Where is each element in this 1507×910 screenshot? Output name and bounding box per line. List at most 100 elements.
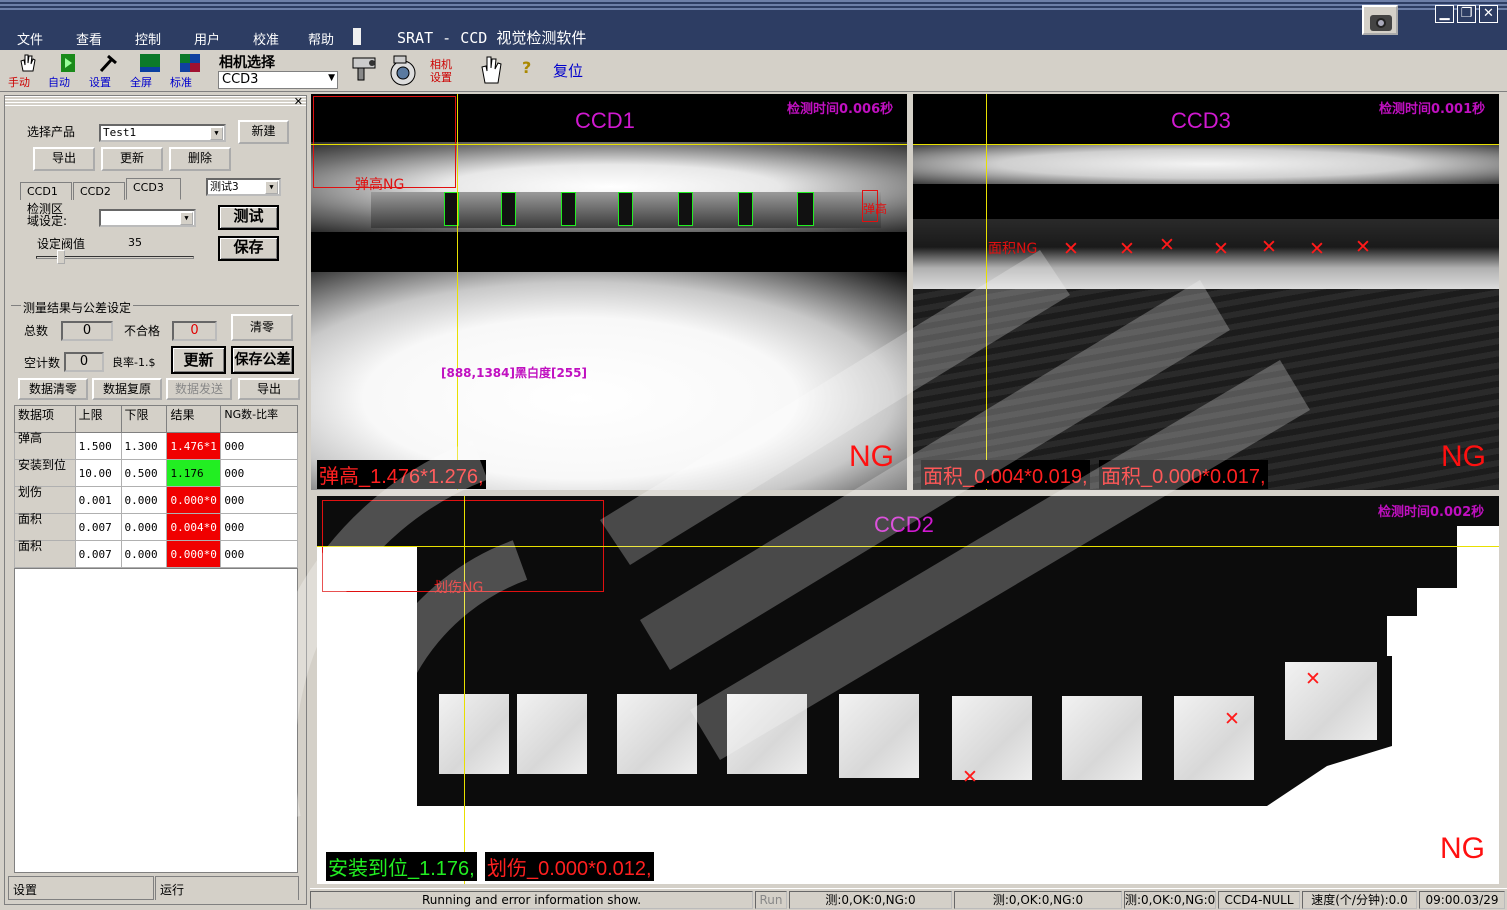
ccd1-guide-h <box>311 144 907 145</box>
menu-user[interactable]: 用户 <box>194 29 220 48</box>
pointer-button[interactable] <box>472 53 512 90</box>
update-button[interactable]: 更新 <box>101 147 163 171</box>
panel-grip <box>5 96 306 106</box>
chevron-down-icon: ▼ <box>210 127 223 140</box>
ccd3-time: 检测时间0.001秒 <box>1379 102 1486 117</box>
camera-select[interactable]: CCD3 ▼ <box>218 71 338 89</box>
menu-calibrate[interactable]: 校准 <box>253 29 279 48</box>
row-ng: 000 <box>220 486 298 514</box>
ccd2-view[interactable]: ✕ ✕ ✕ 划伤NG CCD2 检测时间0.002秒 NG 安装到位_1.176… <box>317 496 1499 884</box>
table-row[interactable]: 弹高 1.500 1.300 1.476*1 000 <box>14 432 298 460</box>
ccd3-guide-v <box>986 94 987 490</box>
app-title: SRAT - CCD 视觉检测软件 <box>397 29 587 47</box>
table-row[interactable]: 安装到位 10.00 0.500 1.176 000 <box>14 459 298 487</box>
tab-ccd3[interactable]: CCD3 <box>126 178 181 200</box>
save-tolerance-button[interactable]: 保存公差 <box>231 346 294 374</box>
save-button[interactable]: 保存 <box>218 236 279 261</box>
empty-count-value: 0 <box>64 352 104 372</box>
select-product-label: 选择产品 <box>27 125 76 139</box>
data-send-button[interactable]: 数据发送 <box>166 378 232 400</box>
menu-help[interactable]: 帮助 <box>308 29 334 48</box>
table-row[interactable]: 面积 0.007 0.000 0.000*0 000 <box>14 540 298 568</box>
clear-button[interactable]: 清零 <box>231 314 293 341</box>
manual-button[interactable]: 手动 <box>8 53 48 90</box>
minimize-button[interactable]: ▁ <box>1435 5 1454 23</box>
auto-button[interactable]: 自动 <box>48 53 88 90</box>
ccd2-defect-mark: ✕ <box>1305 668 1321 690</box>
help-button[interactable]: ? <box>522 58 531 77</box>
row-ng: 000 <box>220 459 298 487</box>
ccd2-pad <box>1062 696 1142 780</box>
close-button[interactable]: ✕ <box>1479 5 1498 23</box>
menu-view[interactable]: 查看 <box>76 29 102 48</box>
maximize-button[interactable]: ❐ <box>1457 5 1476 23</box>
refresh-button[interactable]: 更新 <box>171 346 226 374</box>
data-clear-button[interactable]: 数据清零 <box>18 378 88 400</box>
row-upper[interactable]: 0.007 <box>74 540 122 568</box>
data-restore-button[interactable]: 数据复原 <box>92 378 162 400</box>
ccd3-guide-h <box>913 144 1499 145</box>
product-combo[interactable]: Test1 ▼ <box>99 124 226 142</box>
ccd3-roi-label: 面积NG <box>988 241 1038 257</box>
ccd1-view[interactable]: 弹高NG 弹高NG CCD1 检测时间0.006秒 [888,1384]黑白度[… <box>311 94 907 490</box>
settings-button[interactable]: 设置 <box>89 53 129 90</box>
table-row[interactable]: 划伤 0.001 0.000 0.000*0 000 <box>14 486 298 514</box>
tab-ccd1[interactable]: CCD1 <box>20 182 72 200</box>
ccd2-result-1: 安装到位_1.176, <box>326 852 477 881</box>
status-counter-2: 测:0,OK:0,NG:0 <box>954 891 1122 909</box>
camera-settings-label[interactable]: 相机设置 <box>430 58 460 84</box>
panel-bottom-tabs: 设置 运行 <box>8 876 300 900</box>
row-upper[interactable]: 1.500 <box>74 432 122 460</box>
ccd2-pad <box>617 694 697 774</box>
menu-file[interactable]: 文件 <box>17 29 43 48</box>
row-result: 0.000*0 <box>166 486 222 514</box>
column-header: 下限 <box>120 405 168 433</box>
fullscreen-button[interactable]: 全屏 <box>130 53 170 90</box>
ccd2-result-2: 划伤_0.000*0.012, <box>485 852 654 881</box>
menu-control[interactable]: 控制 <box>135 29 161 48</box>
camera-settings-icon-button[interactable] <box>383 53 423 90</box>
row-lower[interactable]: 0.000 <box>120 486 168 514</box>
row-lower[interactable]: 1.300 <box>120 432 168 460</box>
test-combo[interactable]: 测试3 ▼ <box>206 178 281 196</box>
menu-marker <box>353 28 361 45</box>
ccd2-pad <box>1285 662 1377 740</box>
table-row[interactable]: 面积 0.007 0.000 0.004*0 000 <box>14 513 298 541</box>
row-lower[interactable]: 0.000 <box>120 513 168 541</box>
row-lower[interactable]: 0.000 <box>120 540 168 568</box>
panel-close-icon[interactable]: ✕ <box>294 95 303 108</box>
column-header: 结果 <box>166 405 222 433</box>
row-lower[interactable]: 0.500 <box>120 459 168 487</box>
ccd1-label: CCD1 <box>575 108 635 133</box>
total-value: 0 <box>61 321 113 341</box>
row-upper[interactable]: 10.00 <box>74 459 122 487</box>
ccd2-pad <box>517 694 587 774</box>
region-combo[interactable]: ▼ <box>99 209 196 227</box>
camera-trigger-button[interactable] <box>345 53 385 90</box>
chevron-down-icon: ▼ <box>265 181 278 194</box>
tab-ccd2[interactable]: CCD2 <box>73 182 125 200</box>
ccd2-time: 检测时间0.002秒 <box>1378 505 1485 520</box>
reset-button[interactable]: 复位 <box>553 60 583 81</box>
ccd3-view[interactable]: 面积NG ✕ ✕ ✕ ✕ ✕ ✕ ✕ CCD3 检测时间0.001秒 NG 面积… <box>913 94 1499 490</box>
test-button[interactable]: 测试 <box>218 205 279 230</box>
row-upper[interactable]: 0.001 <box>74 486 122 514</box>
column-header: NG数-比率 <box>220 405 298 433</box>
tab-run[interactable]: 运行 <box>155 876 299 900</box>
row-upper[interactable]: 0.007 <box>74 513 122 541</box>
calibrate-button[interactable]: 标准 <box>170 53 210 90</box>
export2-button[interactable]: 导出 <box>238 378 300 400</box>
new-button[interactable]: 新建 <box>238 120 289 144</box>
total-label: 总数 <box>24 324 49 338</box>
threshold-slider[interactable] <box>57 250 65 264</box>
tab-settings[interactable]: 设置 <box>8 876 154 900</box>
export-button[interactable]: 导出 <box>33 147 95 171</box>
row-ng: 000 <box>220 432 298 460</box>
ccd2-guide-v <box>464 496 465 884</box>
delete-button[interactable]: 删除 <box>169 147 231 171</box>
empty-count-label: 空计数 <box>24 356 61 370</box>
fullscreen-icon <box>140 54 160 72</box>
status-counter-3: 测:0,OK:0,NG:0 <box>1124 891 1216 909</box>
chevron-down-icon: ▼ <box>328 73 335 83</box>
status-run: Run <box>755 891 787 909</box>
